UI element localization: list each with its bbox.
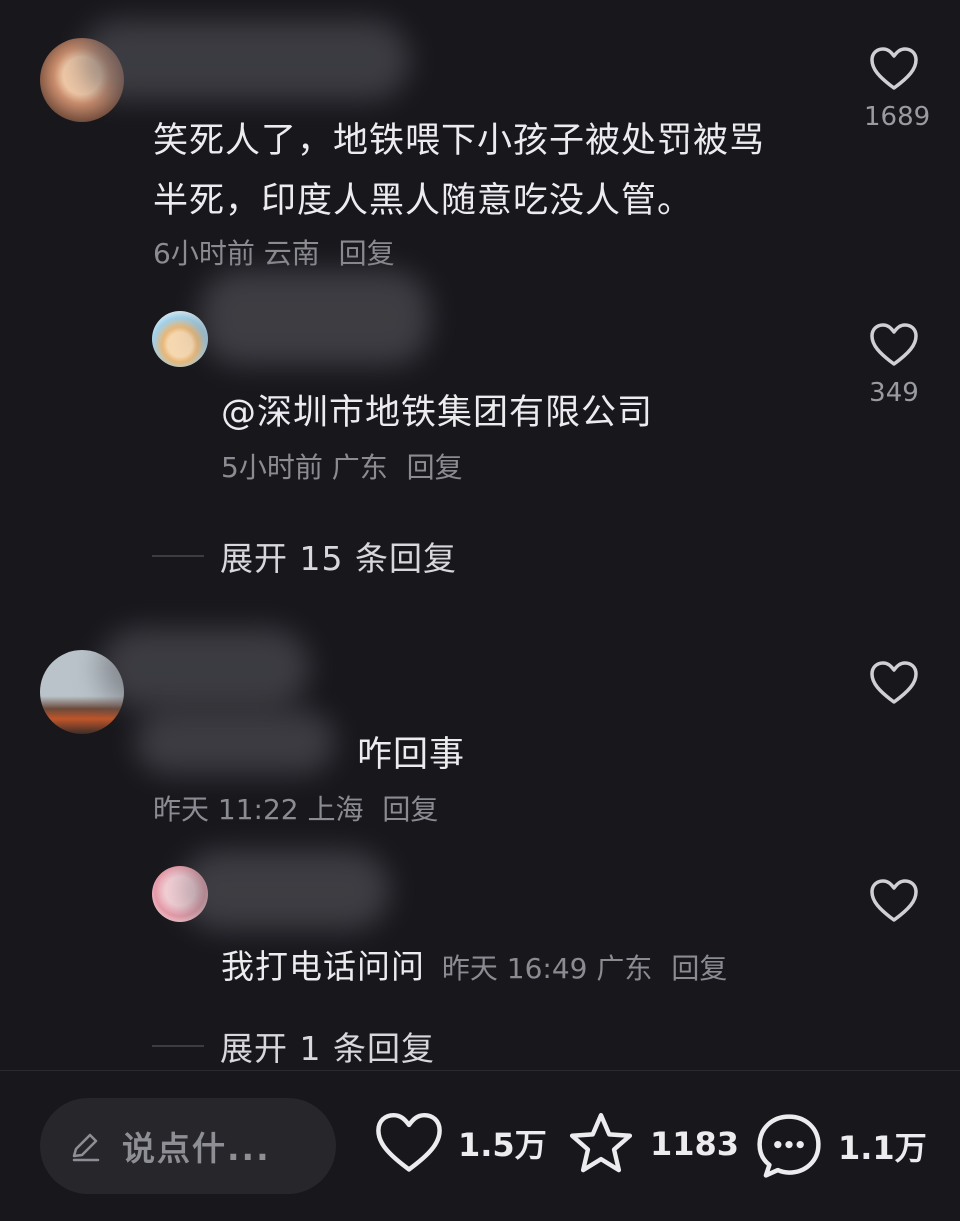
comment-time: 6小时前 [153, 237, 255, 270]
like-button[interactable] [864, 660, 924, 716]
expand-replies-button[interactable]: 展开 1 条回复 [152, 1022, 435, 1070]
reply-location: 广东 [331, 451, 388, 484]
reply-button[interactable]: 回复 [671, 952, 727, 985]
comment-input[interactable]: 说点什... [40, 1098, 336, 1194]
comment-text-line-1: 笑死人了，地铁喂下小孩子被处罚被骂 [153, 121, 766, 161]
comment-count: 1.1万 [838, 1129, 927, 1167]
heart-icon [870, 323, 918, 366]
comment-bubble-icon [757, 1114, 821, 1178]
blurred-username [80, 20, 410, 100]
expand-replies-button[interactable]: 展开 15 条回复 [152, 532, 457, 580]
comment-meta: 6小时前 云南 回复 [153, 232, 395, 272]
reply-text: 我打电话问问 [221, 947, 425, 986]
like-post-button[interactable]: 1.5万 [374, 1111, 547, 1175]
divider [152, 555, 204, 557]
comment-location: 云南 [263, 237, 320, 270]
expand-replies-label: 展开 15 条回复 [220, 539, 457, 578]
like-button[interactable] [864, 878, 924, 934]
divider [152, 1045, 204, 1047]
star-icon [569, 1112, 633, 1173]
bottom-action-bar: 说点什... 1.5万 1183 1.1万 [0, 1070, 960, 1221]
pencil-icon [72, 1133, 100, 1162]
like-count: 349 [869, 378, 919, 408]
comment-text-line-2: 半死，印度人黑人随意吃没人管。 [153, 181, 694, 221]
comments-button[interactable]: 1.1万 [754, 1111, 927, 1181]
blurred-username [100, 628, 310, 708]
reply-button[interactable]: 回复 [339, 237, 395, 270]
like-button[interactable]: 1689 [864, 46, 931, 132]
comment-text: 咋回事 [357, 735, 466, 775]
blurred-mention [135, 710, 335, 774]
like-button[interactable]: 349 [864, 322, 924, 408]
reply-button[interactable]: 回复 [407, 451, 463, 484]
reply-time: 5小时前 [221, 451, 323, 484]
reply-location: 广东 [596, 952, 653, 985]
comment-meta: 昨天 11:22 上海 回复 [153, 788, 438, 828]
heart-icon [376, 1112, 442, 1172]
reply-button[interactable]: 回复 [382, 793, 438, 826]
like-count: 1.5万 [458, 1126, 547, 1164]
heart-icon [870, 47, 918, 90]
comments-page: 笑死人了，地铁喂下小孩子被处罚被骂 半死，印度人黑人随意吃没人管。 6小时前 云… [0, 0, 960, 1221]
heart-icon [870, 661, 918, 704]
blurred-username [180, 850, 390, 930]
favorite-button[interactable]: 1183 [566, 1111, 739, 1177]
like-count: 1689 [864, 102, 931, 132]
reply-meta: 5小时前 广东 回复 [221, 446, 463, 486]
blurred-username [200, 270, 430, 365]
favorite-count: 1183 [650, 1125, 740, 1163]
comment-location: 上海 [307, 793, 364, 826]
reply-row: 我打电话问问 昨天 16:49 广东 回复 [221, 940, 727, 988]
reply-text: @深圳市地铁集团有限公司 [221, 393, 654, 433]
comment-time: 昨天 11:22 [153, 793, 299, 826]
heart-icon [870, 879, 918, 922]
expand-replies-label: 展开 1 条回复 [220, 1029, 435, 1068]
reply-time: 昨天 16:49 [441, 952, 588, 985]
comment-input-placeholder: 说点什... [122, 1129, 271, 1168]
